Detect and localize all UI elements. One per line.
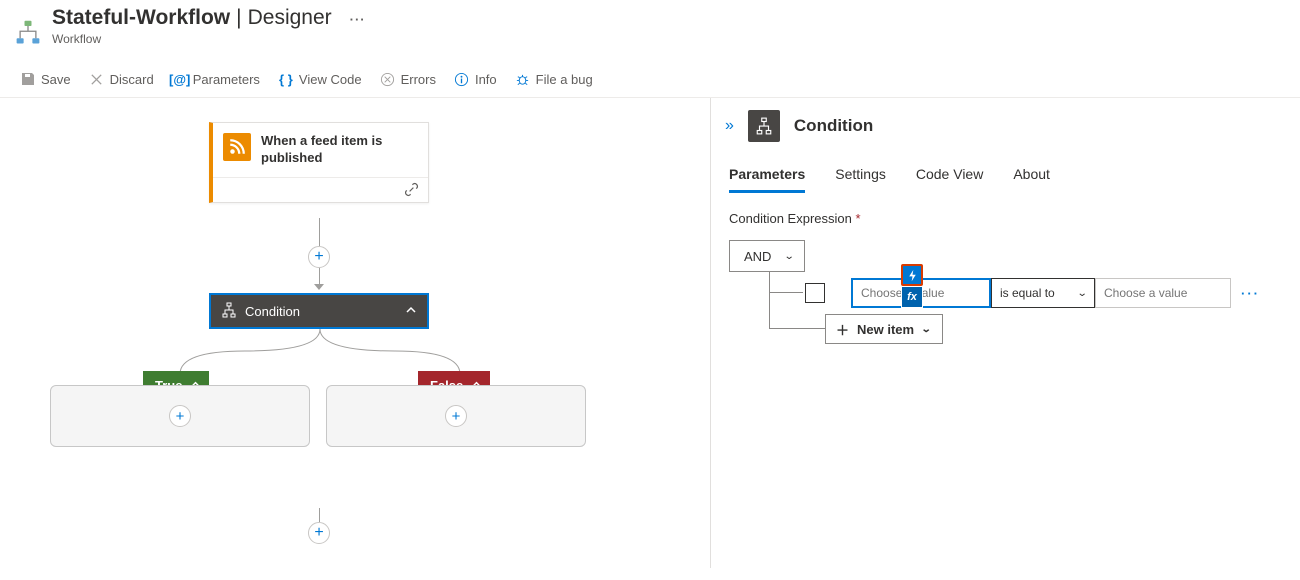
connection-icon[interactable]: [404, 182, 420, 198]
trigger-node[interactable]: When a feed item is published: [209, 122, 429, 203]
more-actions-button[interactable]: ···: [350, 12, 366, 27]
add-step-button[interactable]: +: [308, 522, 330, 544]
new-item-button[interactable]: ＋ New item ⌄: [825, 314, 943, 344]
token-picker: fx: [901, 264, 923, 308]
operator-select[interactable]: is equal to ⌄: [991, 278, 1095, 308]
trigger-title: When a feed item is published: [261, 133, 416, 167]
save-button[interactable]: Save: [20, 71, 71, 87]
connector-curve: [170, 329, 325, 374]
tab-about[interactable]: About: [1013, 166, 1050, 193]
tab-settings[interactable]: Settings: [835, 166, 886, 193]
condition-icon: [748, 110, 780, 142]
file-bug-label: File a bug: [536, 72, 593, 87]
condition-row: fx is equal to ⌄ ···: [805, 278, 1260, 308]
page-header: Stateful-Workflow | Designer ··· Workflo…: [0, 0, 1300, 47]
false-branch-box: +: [326, 385, 586, 447]
condition-node[interactable]: Condition: [209, 293, 429, 329]
title-separator: |: [236, 6, 241, 30]
info-label: Info: [475, 72, 497, 87]
info-icon: [454, 71, 470, 87]
collapse-panel-button[interactable]: »: [725, 117, 734, 135]
tree-line: [769, 328, 825, 329]
discard-label: Discard: [110, 72, 154, 87]
properties-panel: » Condition Parameters Settings Code Vie…: [710, 98, 1300, 568]
expression-button[interactable]: fx: [901, 286, 923, 308]
add-action-button[interactable]: +: [445, 405, 467, 427]
parameters-icon: [@]: [172, 71, 188, 87]
arrow-icon: [314, 284, 324, 290]
parameters-button[interactable]: [@] Parameters: [172, 71, 260, 87]
save-icon: [20, 71, 36, 87]
bug-icon: [515, 71, 531, 87]
logic-app-icon: [14, 19, 42, 47]
command-bar: Save Discard [@] Parameters { } View Cod…: [0, 61, 1300, 98]
right-value-input[interactable]: [1095, 278, 1231, 308]
tab-code-view[interactable]: Code View: [916, 166, 983, 193]
discard-icon: [89, 71, 105, 87]
chevron-down-icon: ⌄: [784, 251, 795, 262]
panel-title: Condition: [794, 116, 873, 136]
group-operator-select[interactable]: AND ⌄: [729, 240, 805, 272]
file-bug-button[interactable]: File a bug: [515, 71, 593, 87]
discard-button[interactable]: Discard: [89, 71, 154, 87]
errors-label: Errors: [401, 72, 436, 87]
view-code-label: View Code: [299, 72, 362, 87]
group-operator-label: AND: [744, 249, 771, 264]
new-item-label: New item: [857, 322, 914, 337]
save-label: Save: [41, 72, 71, 87]
panel-tabs: Parameters Settings Code View About: [729, 166, 1276, 193]
resource-type-label: Workflow: [52, 32, 1286, 46]
condition-title: Condition: [245, 304, 300, 319]
chevron-down-icon: ⌄: [921, 324, 932, 335]
chevron-down-icon: ⌄: [1076, 288, 1087, 299]
braces-icon: { }: [278, 71, 294, 87]
expression-builder: AND ⌄ fx is equal to ⌄: [729, 240, 1276, 272]
connector-line: [319, 218, 320, 246]
error-icon: [380, 71, 396, 87]
condition-expression-label: Condition Expression *: [729, 211, 1276, 226]
dynamic-content-button[interactable]: [901, 264, 923, 286]
add-step-button[interactable]: +: [308, 246, 330, 268]
tree-line: [769, 272, 770, 328]
workflow-name: Stateful-Workflow: [52, 6, 230, 30]
tree-line: [769, 292, 803, 293]
true-branch-box: +: [50, 385, 310, 447]
operator-label: is equal to: [1000, 286, 1055, 300]
row-menu-button[interactable]: ···: [1241, 286, 1260, 301]
errors-button[interactable]: Errors: [380, 71, 436, 87]
designer-canvas[interactable]: When a feed item is published + Conditio…: [0, 98, 710, 568]
plus-icon: ＋: [836, 320, 849, 339]
parameters-label: Parameters: [193, 72, 260, 87]
info-button[interactable]: Info: [454, 71, 497, 87]
view-code-button[interactable]: { } View Code: [278, 71, 362, 87]
section-name: Designer: [248, 6, 332, 30]
rss-icon: [223, 133, 251, 161]
tab-parameters[interactable]: Parameters: [729, 166, 805, 193]
condition-icon: [221, 302, 237, 321]
connector-line: [319, 508, 320, 522]
chevron-up-icon: [405, 304, 417, 319]
add-action-button[interactable]: +: [169, 405, 191, 427]
connector-line: [319, 268, 320, 284]
row-checkbox[interactable]: [805, 283, 825, 303]
connector-curve: [315, 329, 470, 374]
